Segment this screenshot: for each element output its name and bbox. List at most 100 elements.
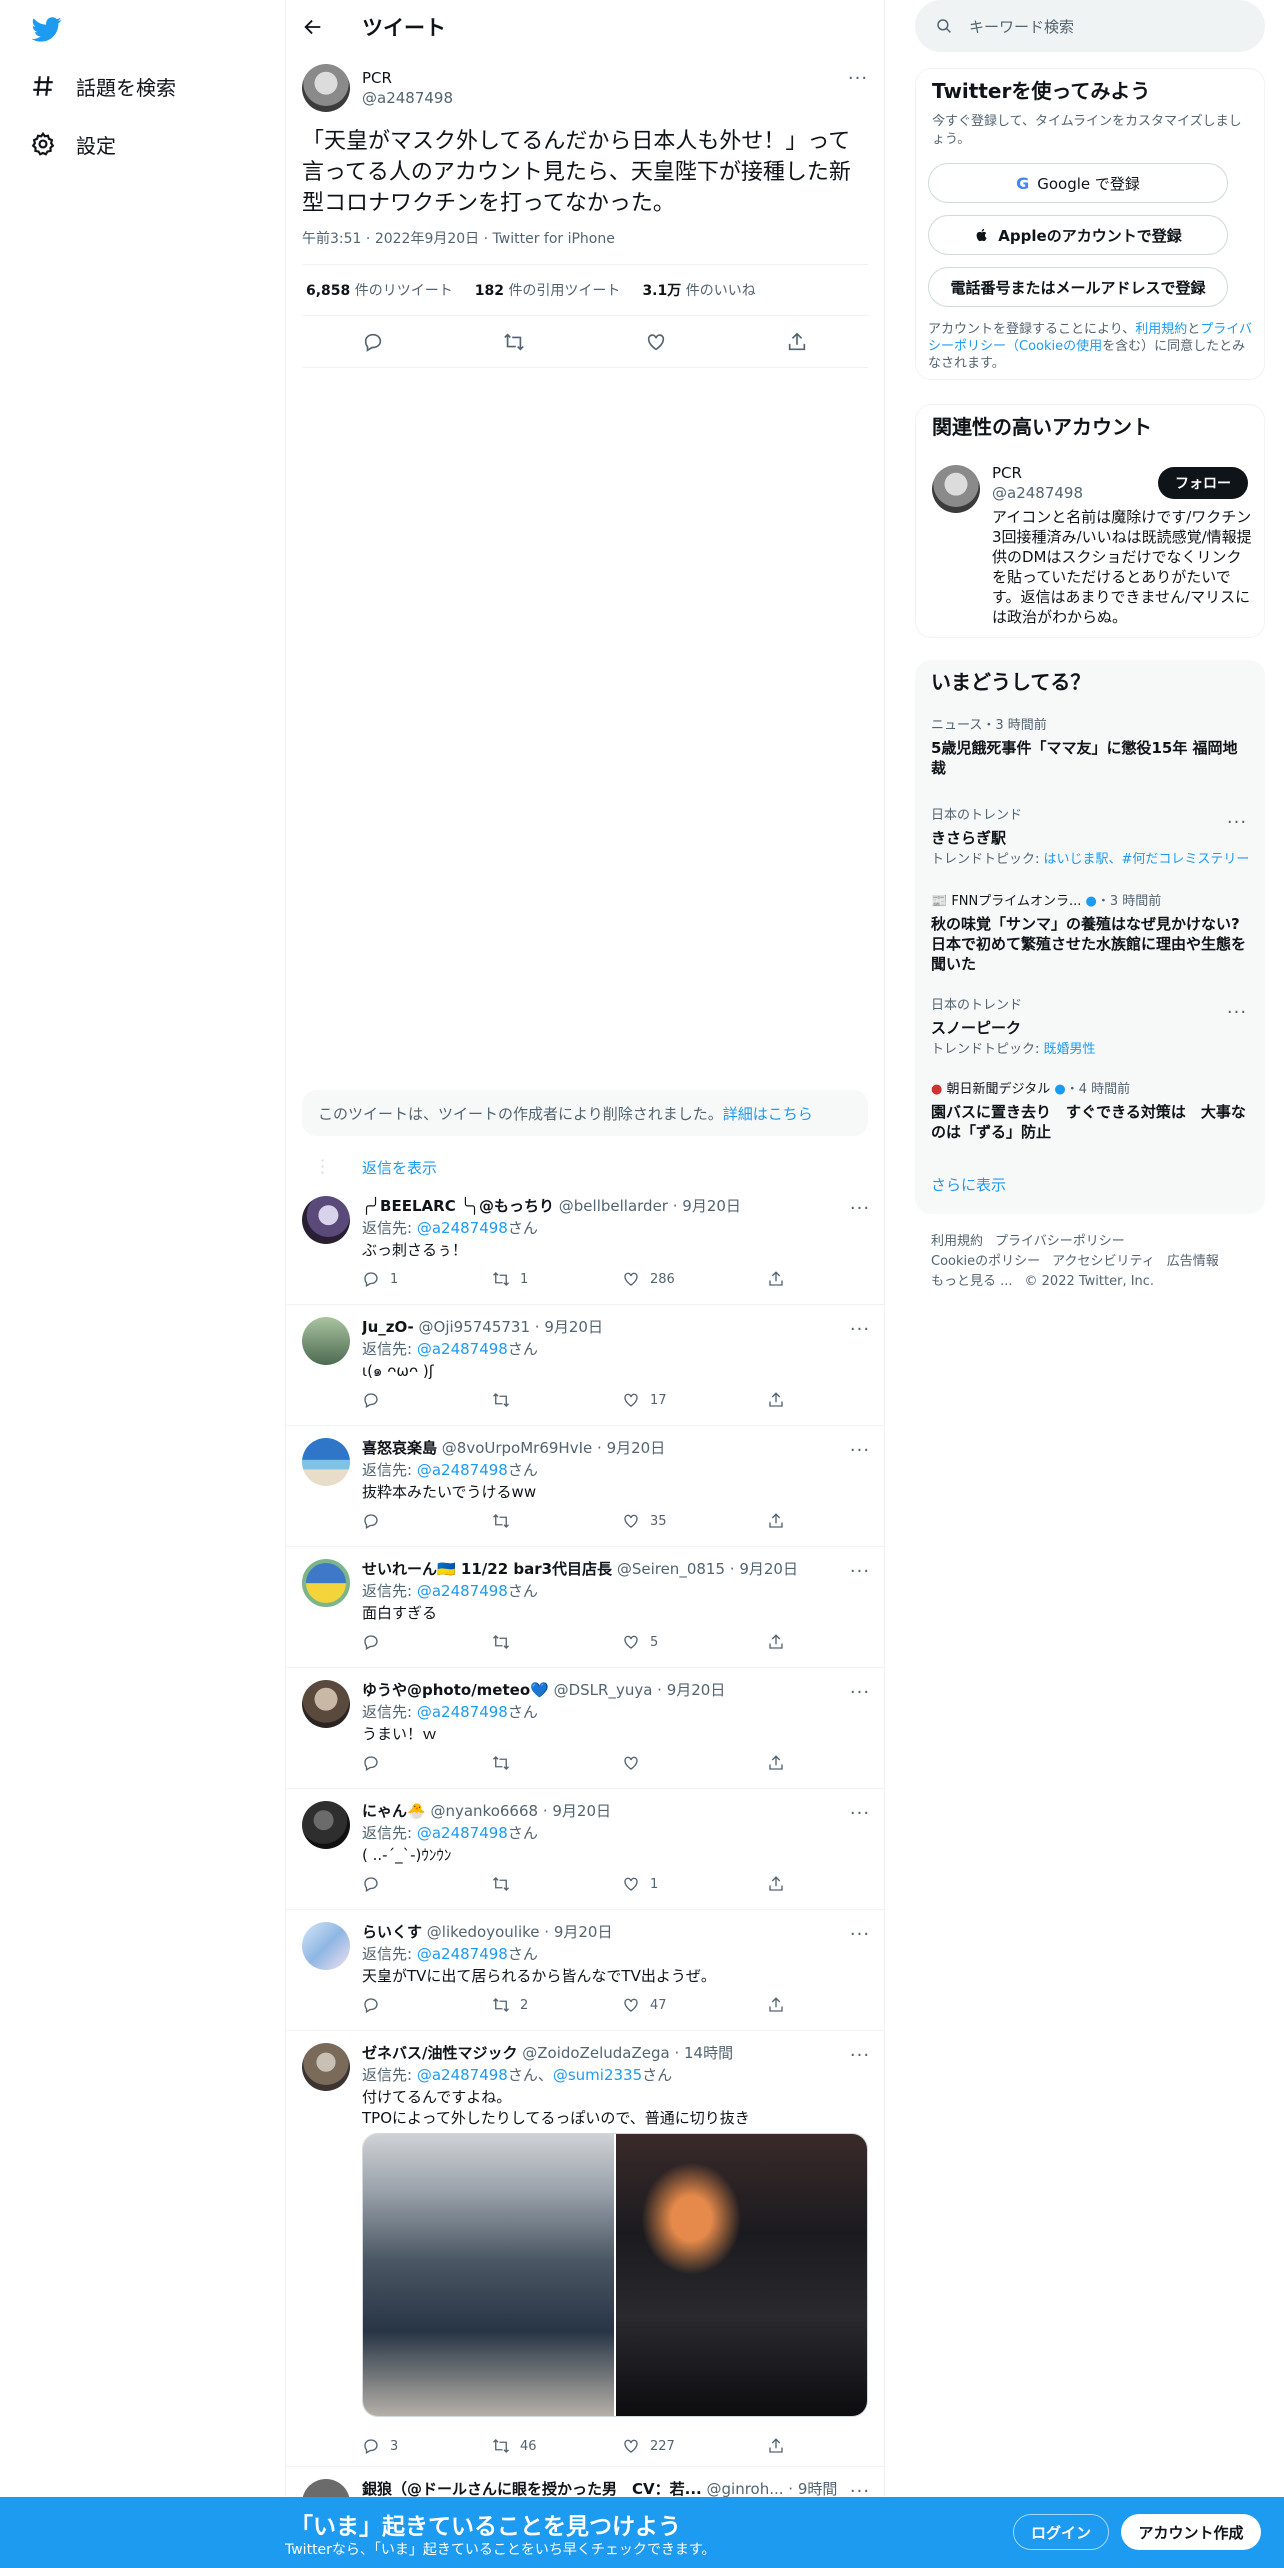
more-options-icon[interactable]: ··· <box>848 1801 872 1825</box>
author-name[interactable]: PCR <box>362 68 453 88</box>
reply-author-name[interactable]: ゆうや@photo/meteo💙 <box>362 1681 549 1699</box>
follow-button[interactable]: フォロー <box>1158 467 1248 499</box>
avatar[interactable] <box>302 1801 350 1849</box>
share-button[interactable] <box>767 1748 785 1778</box>
more-options-icon[interactable]: ··· <box>848 1680 872 1704</box>
reply-author-handle[interactable]: @Seiren_0815 <box>617 1560 725 1578</box>
reply-tweet[interactable]: ╭╯BEELARC ╰╮@もっちり @bellbellarder · 9月20日… <box>286 1184 884 1305</box>
more-options-icon[interactable]: ··· <box>1225 1000 1249 1024</box>
footer-link[interactable]: 広告情報 <box>1167 1254 1219 1269</box>
more-options-icon[interactable]: ··· <box>848 1559 872 1583</box>
reply-author-handle[interactable]: @ZoidoZeludaZega <box>522 2044 669 2062</box>
trend-item[interactable]: 日本のトレンド きさらぎ駅 トレンドトピック: はいじま駅、#何だコレミステリー <box>931 808 1251 868</box>
reply-icon[interactable] <box>362 331 384 353</box>
retweet-button[interactable] <box>492 1869 510 1899</box>
more-options-icon[interactable]: ··· <box>848 1922 872 1946</box>
reply-author-name[interactable]: ╭╯BEELARC ╰╮@もっちり <box>362 1197 554 1215</box>
retweet-button[interactable] <box>492 1627 510 1657</box>
login-button[interactable]: ログイン <box>1013 2514 1109 2550</box>
phone-email-signup-button[interactable]: 電話番号またはメールアドレスで登録 <box>928 267 1228 307</box>
more-options-icon[interactable]: ··· <box>848 1196 872 1220</box>
share-button[interactable] <box>767 1385 785 1415</box>
avatar[interactable] <box>302 1922 350 1970</box>
tweet-date[interactable]: 2022年9月20日 <box>375 231 479 247</box>
reply-button[interactable] <box>362 1385 380 1415</box>
trend-item[interactable]: 日本のトレンド スノーピーク トレンドトピック: 既婚男性 <box>931 998 1251 1058</box>
reply-tweet[interactable]: ゆうや@photo/meteo💙 @DSLR_yuya · 9月20日 ··· … <box>286 1668 884 1789</box>
reply-to-link[interactable]: @a2487498 <box>417 1582 508 1600</box>
like-count[interactable]: 3.1万 件のいいね <box>642 280 755 300</box>
like-button[interactable]: 227 <box>622 2431 675 2461</box>
reply-to-link[interactable]: @a2487498 <box>417 1340 508 1358</box>
show-more-link[interactable]: さらに表示 <box>931 1174 1006 1195</box>
like-button[interactable]: 35 <box>622 1506 667 1536</box>
google-signup-button[interactable]: G Google で登録 <box>928 163 1228 203</box>
more-options-icon[interactable]: ··· <box>1225 810 1249 834</box>
reply-to-link[interactable]: @a2487498 <box>417 1219 508 1237</box>
reply-author-handle[interactable]: @ginroh... <box>707 2480 784 2498</box>
avatar[interactable] <box>302 1680 350 1728</box>
reply-to-link[interactable]: @sumi2335 <box>553 2066 642 2084</box>
share-button[interactable] <box>767 1264 785 1294</box>
reply-author-name[interactable]: らいくす <box>362 1923 422 1941</box>
like-button[interactable]: 5 <box>622 1627 658 1657</box>
footer-link[interactable]: アクセシビリティ <box>1052 1254 1155 1269</box>
share-button[interactable] <box>767 1506 785 1536</box>
reply-button[interactable] <box>362 1748 380 1778</box>
photo[interactable] <box>616 2134 867 2416</box>
share-button[interactable] <box>767 1627 785 1657</box>
like-button[interactable]: 17 <box>622 1385 667 1415</box>
reply-date[interactable]: 9月20日 <box>607 1439 666 1457</box>
more-options-icon[interactable]: ··· <box>848 2043 872 2067</box>
retweet-button[interactable] <box>492 1385 510 1415</box>
footer-link[interactable]: もっと見る ... <box>931 1274 1013 1289</box>
photo[interactable] <box>363 2134 614 2416</box>
retweet-button[interactable] <box>492 1506 510 1536</box>
tweet-author[interactable]: PCR @a2487498 <box>302 64 453 112</box>
trend-item[interactable]: 📰 FNNプライムオンラ... ●・3 時間前 秋の味覚「サンマ」の養殖はなぜ見… <box>931 894 1251 974</box>
reply-date[interactable]: 9月20日 <box>682 1197 741 1215</box>
retweet-button[interactable]: 46 <box>492 2431 537 2461</box>
quote-count[interactable]: 182 件の引用ツイート <box>475 280 621 300</box>
terms-link[interactable]: 利用規約 <box>1135 322 1187 337</box>
reply-to-link[interactable]: @a2487498 <box>417 2066 508 2084</box>
more-options-icon[interactable]: ··· <box>848 1438 872 1462</box>
reply-author-name[interactable]: Ju_zO- <box>362 1318 414 1336</box>
related-name[interactable]: PCR <box>992 463 1022 483</box>
footer-link[interactable]: 利用規約 <box>931 1234 983 1249</box>
signup-button[interactable]: アカウント作成 <box>1121 2514 1261 2550</box>
reply-author-handle[interactable]: @DSLR_yuya <box>554 1681 653 1699</box>
twitter-logo-icon[interactable] <box>30 14 64 44</box>
search-input[interactable]: キーワード検索 <box>969 16 1074 37</box>
like-button[interactable]: 47 <box>622 1990 667 2020</box>
reply-author-name[interactable]: 銀狼（@ドールさんに眼を授かった男 CV：若... <box>362 2480 702 2498</box>
reply-date[interactable]: 9月20日 <box>739 1560 798 1578</box>
reply-button[interactable] <box>362 1506 380 1536</box>
search-box[interactable]: キーワード検索 <box>915 0 1265 52</box>
author-handle[interactable]: @a2487498 <box>362 88 453 108</box>
related-handle[interactable]: @a2487498 <box>992 483 1083 503</box>
trend-item[interactable]: ● 朝日新聞デジタル ●・4 時間前 園バスに置き去り すぐできる対策は 大事な… <box>931 1082 1251 1142</box>
like-button[interactable]: 286 <box>622 1264 675 1294</box>
reply-to-link[interactable]: @a2487498 <box>417 1461 508 1479</box>
reply-to-link[interactable]: @a2487498 <box>417 1945 508 1963</box>
reply-date[interactable]: 9月20日 <box>667 1681 726 1699</box>
footer-link[interactable]: Cookieのポリシー <box>931 1254 1040 1269</box>
reply-author-handle[interactable]: @nyanko6668 <box>430 1802 538 1820</box>
avatar[interactable] <box>932 465 980 513</box>
reply-date[interactable]: 9月20日 <box>552 1802 611 1820</box>
reply-author-handle[interactable]: @8voUrpoMr69HvIe <box>442 1439 592 1457</box>
reply-button[interactable]: 1 <box>362 1264 398 1294</box>
reply-date[interactable]: 14時間 <box>684 2044 733 2062</box>
reply-date[interactable]: 9月20日 <box>544 1318 603 1336</box>
reply-tweet[interactable]: Ju_zO- @Oji95745731 · 9月20日 ··· 返信先: @a2… <box>286 1305 884 1426</box>
like-icon[interactable] <box>645 331 667 353</box>
more-options-icon[interactable]: ··· <box>848 1317 872 1341</box>
reply-to-link[interactable]: @a2487498 <box>417 1824 508 1842</box>
media-grid[interactable] <box>362 2133 868 2417</box>
reply-to-link[interactable]: @a2487498 <box>417 1703 508 1721</box>
learn-more-link[interactable]: 詳細はこちら <box>723 1103 813 1124</box>
avatar[interactable] <box>302 1559 350 1607</box>
reply-tweet[interactable]: せいれーん🇺🇦 11/22 bar3代目店長 @Seiren_0815 · 9月… <box>286 1547 884 1668</box>
show-replies-link[interactable]: · · · 返信を表示 <box>286 1150 884 1184</box>
